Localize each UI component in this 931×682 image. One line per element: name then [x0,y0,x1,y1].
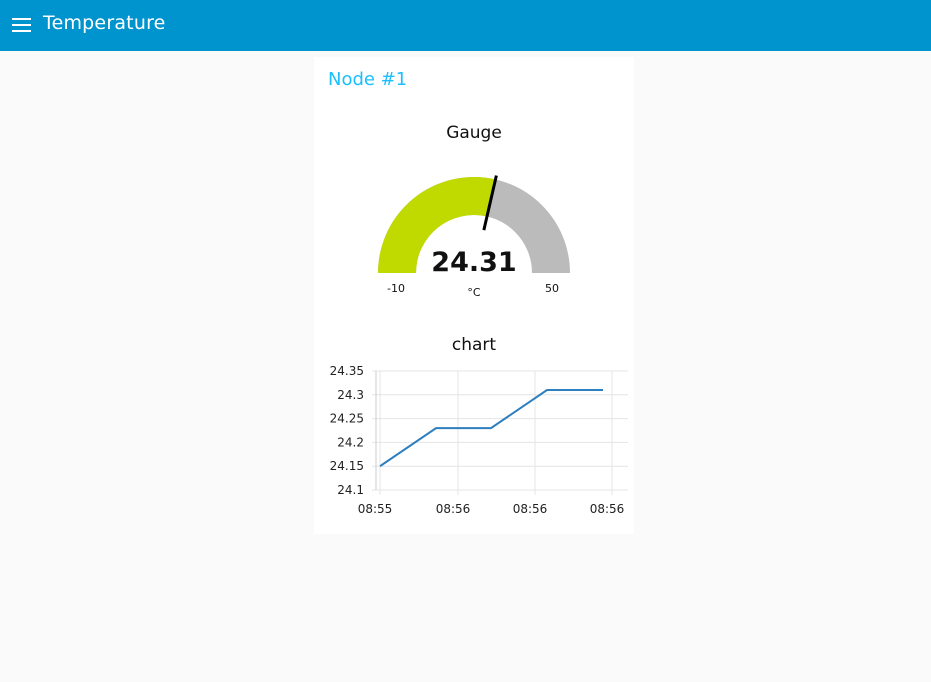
chart-axes: 24.35 24.3 24.25 24.2 24.15 24.1 08:55 08:56 08:… [330,364,625,516]
y-tick-label: 24.2 [337,435,364,449]
x-tick-label: 08:56 [590,502,625,516]
gauge-units: °C [467,286,481,299]
top-toolbar: Temperature [0,0,931,51]
y-tick-label: 24.1 [337,483,364,497]
gauge-value: 24.31 [431,247,516,278]
group-title: Node #1 [328,69,408,90]
chart-marks [379,389,603,468]
gauge-max-label: 50 [545,282,559,295]
node-group-card: Node #1 Gauge 24.31 °C -10 50 chart 24.3… [314,57,634,534]
line-chart: 24.35 24.3 24.25 24.2 24.15 24.1 08:55 08:56 08:… [330,364,628,516]
gauge-title: Gauge [446,123,502,143]
y-tick-label: 24.35 [330,364,364,378]
x-tick-label: 08:56 [513,502,548,516]
y-tick-label: 24.25 [330,412,364,426]
menu-icon[interactable] [10,14,34,36]
y-tick-label: 24.3 [337,388,364,402]
chart-title: chart [451,335,497,355]
page-title: Temperature [43,12,166,34]
gauge-widget: 24.31 °C -10 50 [378,175,570,299]
y-tick-label: 24.15 [330,459,364,473]
series-line [379,389,603,468]
x-tick-label: 08:56 [436,502,471,516]
x-tick-label: 08:55 [358,502,393,516]
gauge-min-label: -10 [387,282,405,295]
